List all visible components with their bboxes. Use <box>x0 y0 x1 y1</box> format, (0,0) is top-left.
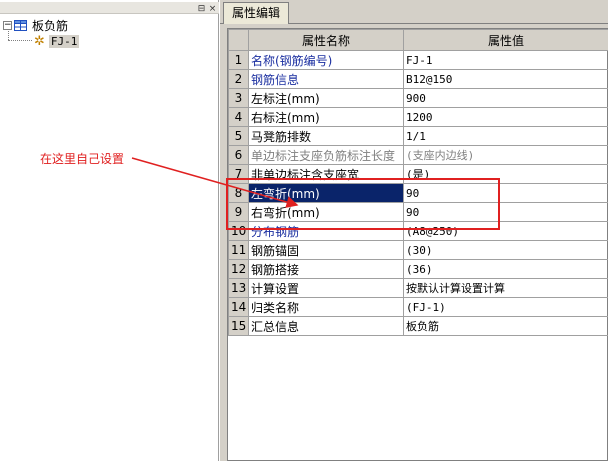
table-row[interactable]: 4 右标注(mm) 1200 <box>228 107 608 127</box>
property-name-cell[interactable]: 钢筋信息 <box>248 69 404 89</box>
property-value-cell[interactable]: 900 <box>403 88 608 108</box>
table-row[interactable]: 1 名称(钢筋编号) FJ-1 <box>228 50 608 70</box>
tab-property-edit[interactable]: 属性编辑 <box>223 2 289 24</box>
tree-item-root[interactable]: − 板负筋 <box>3 17 68 33</box>
close-icon[interactable]: × <box>208 5 217 14</box>
property-value-cell[interactable]: 按默认计算设置计算 <box>403 278 608 298</box>
pin-icon[interactable]: ⊟ <box>197 5 206 14</box>
property-name-cell[interactable]: 分布钢筋 <box>248 221 404 241</box>
annotation-text: 在这里自己设置 <box>40 152 125 166</box>
property-value-cell[interactable]: 1/1 <box>403 126 608 146</box>
property-pane: 属性编辑 属性名称 属性值 1 名称(钢筋编号) FJ-1 2 钢筋信息 B12@150 3… <box>220 0 608 461</box>
table-row[interactable]: 13 计算设置 按默认计算设置计算 <box>228 278 608 298</box>
row-number: 6 <box>228 145 249 165</box>
table-row[interactable]: 11 钢筋锚固 (30) <box>228 240 608 260</box>
row-number: 9 <box>228 202 249 222</box>
row-number: 7 <box>228 164 249 184</box>
table-row[interactable]: 2 钢筋信息 B12@150 <box>228 69 608 89</box>
row-number: 10 <box>228 221 249 241</box>
property-value-cell[interactable]: (36) <box>403 259 608 279</box>
row-number: 4 <box>228 107 249 127</box>
row-number: 13 <box>228 278 249 298</box>
row-number: 5 <box>228 126 249 146</box>
property-value-cell[interactable]: B12@150 <box>403 69 608 89</box>
property-name-cell[interactable]: 左标注(mm) <box>248 88 404 108</box>
property-value-cell[interactable]: 1200 <box>403 107 608 127</box>
property-grid: 属性名称 属性值 1 名称(钢筋编号) FJ-1 2 钢筋信息 B12@150 3 左标注(m… <box>227 28 608 461</box>
table-row[interactable]: 3 左标注(mm) 900 <box>228 88 608 108</box>
table-row[interactable]: 14 归类名称 (FJ-1) <box>228 297 608 317</box>
row-number: 11 <box>228 240 249 260</box>
property-value-cell[interactable]: (A8@250) <box>403 221 608 241</box>
property-name-cell[interactable]: 左弯折(mm) <box>248 183 404 203</box>
row-number: 2 <box>228 69 249 89</box>
value-column-header[interactable]: 属性值 <box>403 29 608 51</box>
property-name-cell[interactable]: 非单边标注含支座宽 <box>248 164 404 184</box>
tree-pane: ⊟ × − 板负筋 ✲ FJ-1 <box>0 0 219 461</box>
row-number-header <box>228 29 249 51</box>
property-name-cell[interactable]: 计算设置 <box>248 278 404 298</box>
table-row[interactable]: 15 汇总信息 板负筋 <box>228 316 608 336</box>
table-row[interactable]: 5 马凳筋排数 1/1 <box>228 126 608 146</box>
property-name-cell[interactable]: 钢筋锚固 <box>248 240 404 260</box>
property-name-cell[interactable]: 归类名称 <box>248 297 404 317</box>
row-number: 15 <box>228 316 249 336</box>
tree-pane-header: ⊟ × <box>0 2 219 14</box>
name-column-header[interactable]: 属性名称 <box>248 29 404 51</box>
property-name-cell[interactable]: 单边标注支座负筋标注长度 <box>248 145 404 165</box>
table-row[interactable]: 7 非单边标注含支座宽 (是) <box>228 164 608 184</box>
property-name-cell[interactable]: 右标注(mm) <box>248 107 404 127</box>
property-value-cell[interactable]: (FJ-1) <box>403 297 608 317</box>
tree-child-label: FJ-1 <box>48 34 80 48</box>
collapse-icon[interactable]: − <box>3 20 12 30</box>
table-row[interactable]: 8 左弯折(mm) 90 <box>228 183 608 203</box>
tree-item-fj1[interactable]: ✲ FJ-1 <box>34 33 80 49</box>
row-number: 12 <box>228 259 249 279</box>
row-number: 14 <box>228 297 249 317</box>
row-number: 1 <box>228 50 249 70</box>
gear-icon: ✲ <box>34 33 45 49</box>
property-value-cell[interactable]: (30) <box>403 240 608 260</box>
property-value-cell[interactable]: 板负筋 <box>403 316 608 336</box>
table-row[interactable]: 12 钢筋搭接 (36) <box>228 259 608 279</box>
property-value-cell[interactable]: (是) <box>403 164 608 184</box>
property-name-cell[interactable]: 马凳筋排数 <box>248 126 404 146</box>
property-value-cell[interactable]: 90 <box>403 202 608 222</box>
tab-strip: 属性编辑 <box>220 0 608 24</box>
property-name-cell[interactable]: 右弯折(mm) <box>248 202 404 222</box>
property-value-cell[interactable]: FJ-1 <box>403 50 608 70</box>
property-name-cell[interactable]: 名称(钢筋编号) <box>248 50 404 70</box>
property-value-cell[interactable]: 90 <box>403 183 608 203</box>
table-row[interactable]: 9 右弯折(mm) 90 <box>228 202 608 222</box>
property-value-cell[interactable]: (支座内边线) <box>403 145 608 165</box>
table-row[interactable]: 6 单边标注支座负筋标注长度 (支座内边线) <box>228 145 608 165</box>
grid-header-row: 属性名称 属性值 <box>228 29 608 51</box>
property-name-cell[interactable]: 汇总信息 <box>248 316 404 336</box>
row-number: 8 <box>228 183 249 203</box>
property-name-cell[interactable]: 钢筋搭接 <box>248 259 404 279</box>
table-row[interactable]: 10 分布钢筋 (A8@250) <box>228 221 608 241</box>
tree-root-label: 板负筋 <box>32 18 69 33</box>
row-number: 3 <box>228 88 249 108</box>
table-icon <box>14 19 27 31</box>
